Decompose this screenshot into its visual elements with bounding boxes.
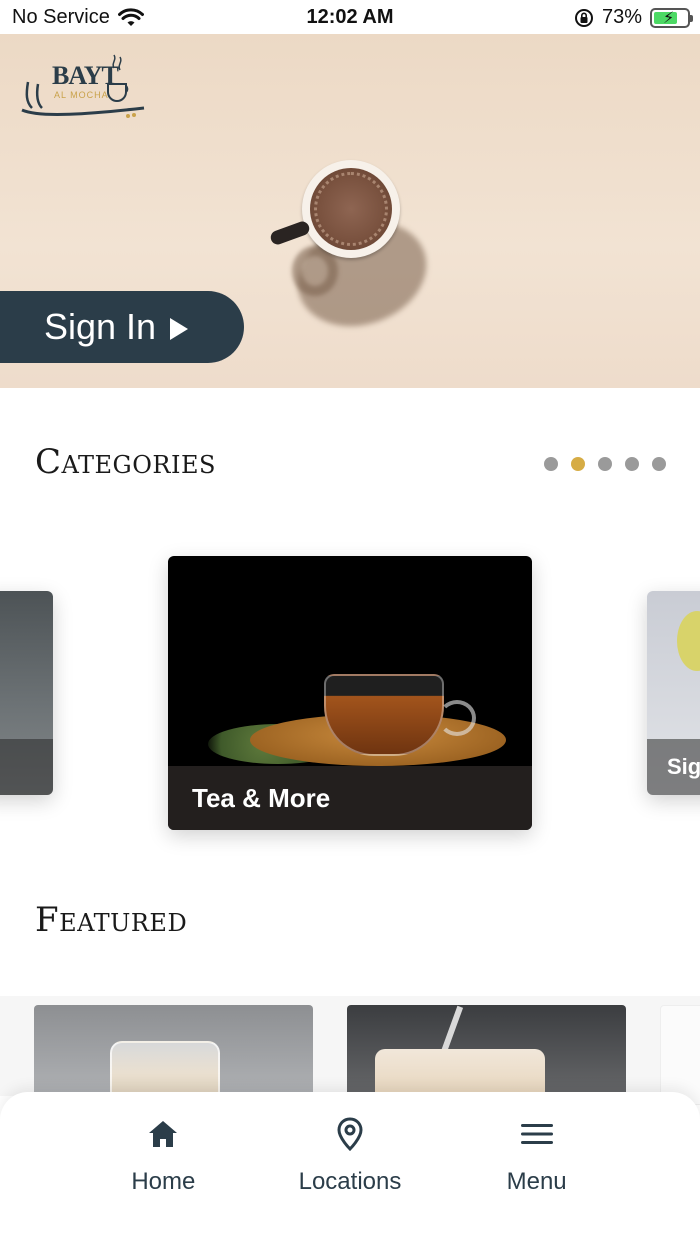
nav-label-locations: Locations — [298, 1168, 402, 1195]
category-card-tea-and-more[interactable]: Tea & More — [168, 556, 532, 830]
bayt-al-mocha-logo: BAYT AL MOCHA — [20, 52, 150, 124]
carousel-dot[interactable] — [544, 457, 558, 471]
status-bar: No Service 12:02 AM 73% ⚡ — [0, 0, 700, 34]
nav-item-locations[interactable]: Locations — [270, 1092, 430, 1244]
carousel-dot[interactable] — [598, 457, 612, 471]
play-arrow-icon — [170, 318, 189, 340]
battery-charging-icon: ⚡ — [650, 7, 693, 28]
battery-percent: 73% — [601, 6, 642, 28]
location-pin-icon — [332, 1116, 368, 1152]
category-card-next[interactable]: Sig — [647, 591, 700, 795]
featured-item-latte[interactable] — [34, 1005, 313, 1105]
nav-item-menu[interactable]: Menu — [457, 1092, 617, 1244]
cup-handle — [268, 219, 312, 247]
status-right: 73% ⚡ — [574, 6, 693, 29]
category-card-label — [0, 739, 53, 795]
featured-title: Featured — [35, 900, 188, 940]
bottom-navigation: Home Locations Menu — [0, 1092, 700, 1244]
sign-in-button[interactable]: Sign In — [0, 291, 244, 363]
categories-title: Categories — [35, 442, 216, 482]
category-card-label: Sig — [647, 739, 700, 795]
orientation-lock-icon — [574, 8, 593, 27]
nav-label-home: Home — [131, 1168, 196, 1195]
carousel-dot[interactable] — [652, 457, 666, 471]
coffee-cup-image — [268, 160, 400, 258]
featured-item-next[interactable] — [660, 1005, 700, 1105]
category-card-previous[interactable] — [0, 591, 53, 795]
matcha-image — [677, 611, 700, 671]
svg-text:AL MOCHA: AL MOCHA — [54, 90, 109, 100]
tea-cup-handle — [438, 700, 476, 736]
featured-item-iced-drink[interactable] — [347, 1005, 626, 1105]
home-icon — [145, 1116, 181, 1152]
sign-in-label: Sign In — [44, 306, 157, 347]
coffee-foam — [314, 172, 388, 246]
charging-bolt-icon: ⚡ — [663, 9, 675, 27]
carousel-page-indicator[interactable] — [544, 457, 666, 471]
category-card-label: Tea & More — [168, 766, 532, 830]
hero-banner: BAYT AL MOCHA Sign In — [0, 34, 700, 388]
nav-label-menu: Menu — [506, 1168, 567, 1195]
hamburger-menu-icon — [519, 1116, 555, 1152]
nav-item-home[interactable]: Home — [83, 1092, 243, 1244]
carousel-dot[interactable] — [625, 457, 639, 471]
tea-cup-image — [324, 674, 444, 756]
carousel-dot[interactable] — [571, 457, 585, 471]
